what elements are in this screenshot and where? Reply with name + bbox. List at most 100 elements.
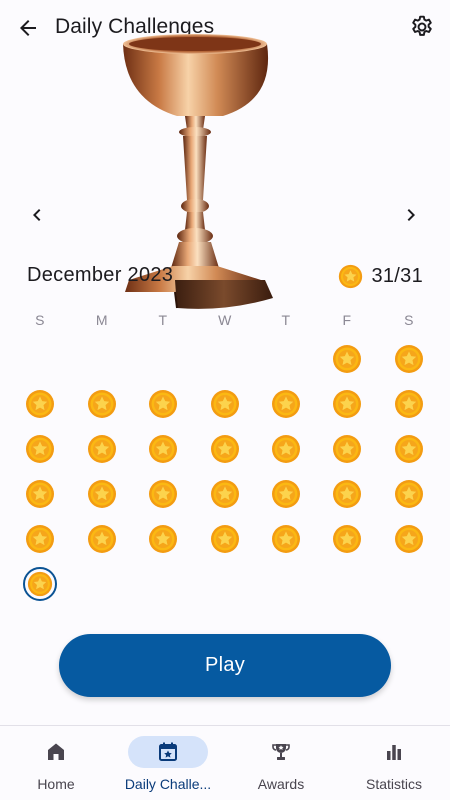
calendar-day-18[interactable] — [87, 479, 117, 509]
weekday-label: F — [342, 312, 352, 328]
gold-coin-icon — [149, 480, 177, 508]
weekday-label: S — [35, 312, 45, 328]
calendar-day-20[interactable] — [210, 479, 240, 509]
bottom-navigation: Home Daily Challe... Awards Statistics — [0, 725, 450, 800]
nav-item-awards[interactable]: Awards — [225, 726, 337, 800]
gold-coin-icon — [339, 264, 363, 288]
calendar-day-4[interactable] — [87, 389, 117, 419]
previous-month-button[interactable] — [20, 198, 54, 232]
calendar-day-23[interactable] — [394, 479, 424, 509]
nav-indicator — [362, 736, 426, 768]
gold-coin-icon — [333, 345, 361, 373]
nav-label: Statistics — [365, 776, 422, 792]
nav-label: Home — [37, 776, 75, 792]
weekday-label: T — [281, 312, 291, 328]
calendar-day-6[interactable] — [210, 389, 240, 419]
calendar-day-22[interactable] — [332, 479, 362, 509]
calendar-day-14[interactable] — [271, 434, 301, 464]
calendar-day-17[interactable] — [25, 479, 55, 509]
gold-coin-icon — [272, 480, 300, 508]
nav-indicator — [128, 736, 208, 768]
gold-coin-icon — [272, 525, 300, 553]
calendar-day-15[interactable] — [332, 434, 362, 464]
nav-item-statistics[interactable]: Statistics — [338, 726, 450, 800]
progress-counter: 31/31 — [338, 262, 423, 290]
calendar-day-2[interactable] — [394, 344, 424, 374]
home-icon — [48, 743, 64, 760]
back-button[interactable] — [10, 10, 46, 46]
nav-label: Daily Challe... — [124, 776, 212, 792]
calendar-day-7[interactable] — [271, 389, 301, 419]
calendar-day-21[interactable] — [271, 479, 301, 509]
calendar-day-30[interactable] — [394, 524, 424, 554]
gold-coin-icon — [333, 435, 361, 463]
arrow-left-icon — [20, 20, 36, 36]
gold-coin-icon — [395, 345, 423, 373]
gold-coin-icon — [149, 435, 177, 463]
gold-coin-icon — [26, 480, 54, 508]
weekday-label: T — [158, 312, 168, 328]
gold-coin-icon — [149, 390, 177, 418]
chevron-right-icon — [407, 209, 415, 221]
calendar-day-13[interactable] — [210, 434, 240, 464]
gold-coin-icon — [88, 480, 116, 508]
gold-coin-icon — [272, 390, 300, 418]
calendar-star-icon — [159, 742, 177, 761]
month-name: December — [27, 264, 122, 286]
next-month-button[interactable] — [394, 198, 428, 232]
calendar-day-11[interactable] — [87, 434, 117, 464]
settings-button[interactable] — [404, 9, 440, 45]
gold-coin-icon — [149, 525, 177, 553]
calendar-day-31[interactable] — [23, 567, 57, 601]
weekday-label: S — [404, 312, 414, 328]
gold-coin-icon — [27, 571, 53, 597]
chevron-left-icon — [33, 209, 41, 221]
gold-coin-icon — [88, 525, 116, 553]
gold-coin-icon — [211, 390, 239, 418]
calendar-day-28[interactable] — [271, 524, 301, 554]
weekday-header: SMTWTFS — [10, 312, 440, 330]
gold-coin-icon — [88, 390, 116, 418]
calendar-day-25[interactable] — [87, 524, 117, 554]
gold-coin-icon — [333, 480, 361, 508]
calendar-day-27[interactable] — [210, 524, 240, 554]
gold-coin-icon — [395, 390, 423, 418]
calendar-day-24[interactable] — [25, 524, 55, 554]
calendar-day-1[interactable] — [332, 344, 362, 374]
calendar-day-19[interactable] — [148, 479, 178, 509]
gold-coin-icon — [26, 435, 54, 463]
nav-item-daily-challe[interactable]: Daily Challe... — [112, 726, 224, 800]
weekday-label: W — [218, 312, 232, 328]
nav-item-home[interactable]: Home — [0, 726, 112, 800]
calendar-day-16[interactable] — [394, 434, 424, 464]
calendar-day-9[interactable] — [394, 389, 424, 419]
gold-coin-icon — [88, 435, 116, 463]
gold-coin-icon — [395, 435, 423, 463]
nav-indicator — [24, 736, 88, 768]
nav-indicator — [249, 736, 313, 768]
progress-count: 31/31 — [371, 264, 423, 287]
gold-coin-icon — [333, 525, 361, 553]
gold-coin-icon — [395, 525, 423, 553]
calendar-day-12[interactable] — [148, 434, 178, 464]
gear-icon — [412, 15, 432, 36]
gold-coin-icon — [26, 390, 54, 418]
calendar-day-5[interactable] — [148, 389, 178, 419]
calendar-day-26[interactable] — [148, 524, 178, 554]
gold-coin-icon — [211, 480, 239, 508]
gold-coin-icon — [272, 435, 300, 463]
gold-coin-icon — [211, 525, 239, 553]
gold-coin-icon — [211, 435, 239, 463]
calendar-day-29[interactable] — [332, 524, 362, 554]
month-year-label: December 2023 — [27, 264, 173, 287]
gold-coin-icon — [26, 525, 54, 553]
trophy-icon — [272, 744, 290, 760]
calendar-day-8[interactable] — [332, 389, 362, 419]
bar-chart-icon — [387, 745, 401, 760]
gold-coin-icon — [395, 480, 423, 508]
calendar-day-3[interactable] — [25, 389, 55, 419]
play-button[interactable]: Play — [59, 634, 391, 697]
calendar-day-10[interactable] — [25, 434, 55, 464]
gold-coin-icon — [333, 390, 361, 418]
weekday-label: M — [95, 312, 109, 328]
